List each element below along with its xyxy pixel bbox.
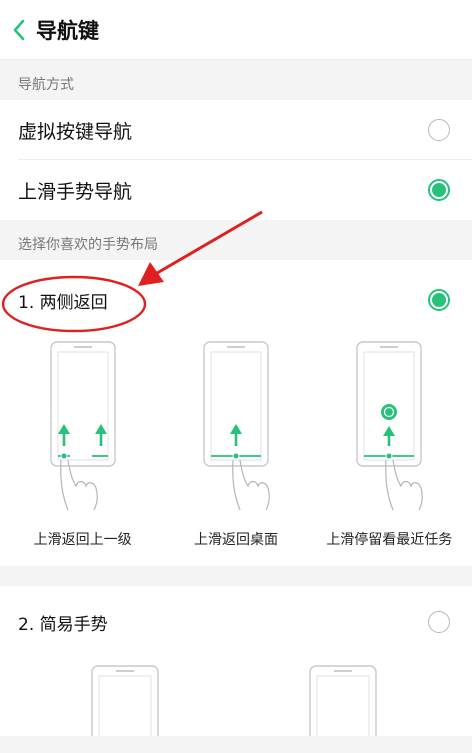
illustration-caption: 上滑停留看最近任务 <box>326 532 453 548</box>
radio-button[interactable] <box>428 611 450 633</box>
gesture-illustration-recents: 上滑停留看最近任务 <box>314 340 464 549</box>
layout-card-simple-gesture[interactable]: 2. 简易手势 <box>0 586 472 736</box>
nav-option-label: 虚拟按键导航 <box>18 120 133 143</box>
page-title: 导航键 <box>36 18 99 43</box>
phone-swipe-home-icon <box>203 341 270 511</box>
nav-option-virtual-keys[interactable]: 虚拟按键导航 <box>0 100 472 160</box>
radio-button-selected[interactable] <box>428 179 450 201</box>
chevron-left-icon <box>13 19 25 40</box>
phone-swipe-hold-icon <box>356 341 424 511</box>
app-header: 导航键 <box>0 0 472 60</box>
radio-button-selected[interactable] <box>428 289 450 311</box>
illustration-caption: 上滑返回上一级 <box>33 532 132 548</box>
radio-dot <box>432 183 446 197</box>
nav-option-label: 上滑手势导航 <box>18 180 133 203</box>
gesture-illustration-home: 上滑返回桌面 <box>161 340 311 549</box>
layout-label: 1. 两侧返回 <box>18 292 108 313</box>
illustration-caption: 上滑返回桌面 <box>193 532 278 548</box>
gesture-illustration-back: 上滑返回上一级 <box>8 340 158 549</box>
section-gap <box>0 566 472 586</box>
radio-button[interactable] <box>428 119 450 141</box>
phone-swipe-back-icon <box>49 341 116 511</box>
nav-mode-section-label: 导航方式 <box>18 77 74 93</box>
nav-mode-group: 虚拟按键导航 上滑手势导航 <box>0 100 472 220</box>
back-button[interactable] <box>2 0 36 60</box>
layout-label: 2. 简易手势 <box>18 614 108 635</box>
gesture-layout-section-label: 选择你喜欢的手势布局 <box>18 237 158 253</box>
phone-outline-icon <box>91 665 377 736</box>
nav-option-swipe-gestures[interactable]: 上滑手势导航 <box>0 160 472 220</box>
layout-card-both-sides-back[interactable]: 1. 两侧返回 上滑返回上一级 上滑返回桌面 上滑停留看最近任务 <box>0 260 472 566</box>
radio-dot <box>432 293 446 307</box>
